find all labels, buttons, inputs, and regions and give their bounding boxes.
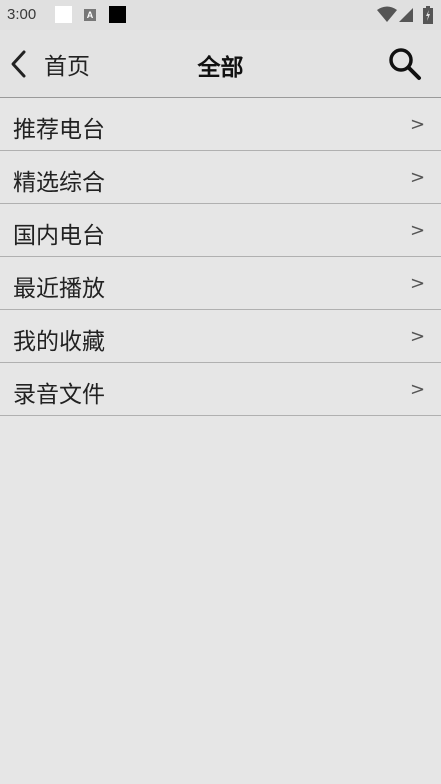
a-notification-icon: A	[84, 9, 96, 21]
menu-list: 推荐电台 > 精选综合 > 国内电台 > 最近播放 > 我的收藏 > 录音文件 …	[0, 98, 441, 416]
chevron-right-icon: >	[410, 379, 426, 400]
menu-item-featured[interactable]: 精选综合 >	[0, 151, 441, 204]
menu-item-label: 最近播放	[13, 276, 105, 302]
menu-item-label: 国内电台	[13, 223, 105, 249]
search-icon	[389, 48, 421, 80]
status-time: 3:00	[7, 6, 37, 23]
search-button[interactable]	[387, 46, 423, 82]
status-bar: 3:00 A	[0, 0, 441, 30]
menu-item-label: 推荐电台	[13, 117, 105, 143]
menu-item-label: 我的收藏	[13, 329, 105, 355]
chevron-right-icon: >	[410, 326, 426, 347]
menu-item-recommended-radio[interactable]: 推荐电台 >	[0, 98, 441, 151]
menu-item-recordings[interactable]: 录音文件 >	[0, 363, 441, 416]
battery-icon	[423, 6, 433, 24]
black-square-icon	[109, 6, 126, 23]
wifi-icon	[377, 6, 397, 22]
chevron-right-icon: >	[410, 114, 426, 135]
chevron-right-icon: >	[410, 273, 426, 294]
menu-item-label: 录音文件	[13, 382, 105, 408]
page-title: 全部	[197, 55, 244, 81]
menu-item-domestic-radio[interactable]: 国内电台 >	[0, 204, 441, 257]
header: 首页 全部	[0, 30, 441, 98]
menu-item-label: 精选综合	[13, 170, 105, 196]
menu-item-my-favorites[interactable]: 我的收藏 >	[0, 310, 441, 363]
chevron-right-icon: >	[410, 167, 426, 188]
signal-icon	[399, 8, 413, 22]
chevron-right-icon: >	[410, 220, 426, 241]
menu-item-recently-played[interactable]: 最近播放 >	[0, 257, 441, 310]
white-square-icon	[55, 6, 72, 23]
status-icons	[377, 6, 433, 24]
